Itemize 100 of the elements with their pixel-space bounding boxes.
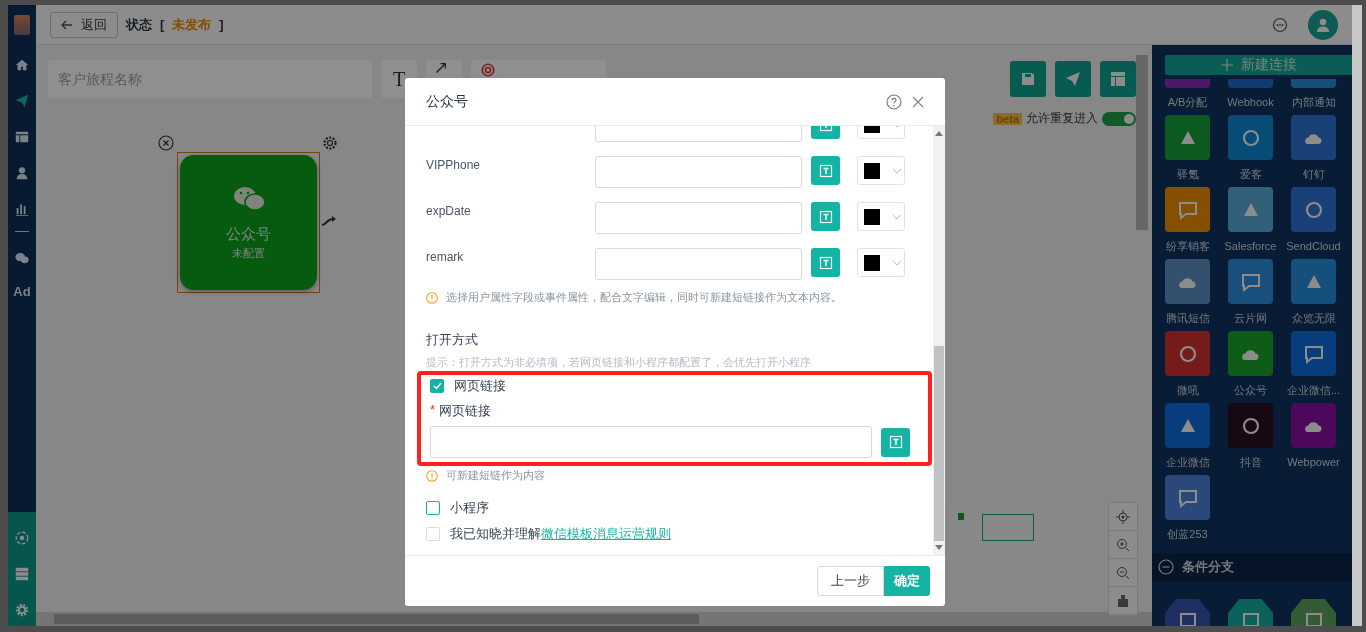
app-tile[interactable] [1228, 403, 1273, 448]
zoom-in-icon [1116, 537, 1130, 552]
close-icon[interactable] [158, 135, 174, 151]
app-tile[interactable] [1165, 259, 1210, 304]
app-tile[interactable] [1291, 187, 1336, 232]
wechat-icon [231, 184, 266, 213]
chat-icon[interactable] [14, 250, 30, 266]
back-button[interactable]: 返回 [50, 11, 118, 38]
input-field[interactable] [595, 202, 802, 234]
app-tile[interactable] [1165, 331, 1210, 376]
avatar-icon[interactable] [1308, 9, 1338, 40]
home-icon[interactable] [14, 57, 30, 73]
connector-label: 企业微信... [1286, 383, 1341, 398]
connector-label: 钉钉 [1302, 167, 1325, 182]
text-icon [818, 209, 833, 224]
text-insert-button[interactable] [881, 427, 910, 457]
app-tile[interactable] [1291, 331, 1336, 376]
required-mark: * [430, 402, 436, 419]
app-tile[interactable] [1165, 187, 1210, 232]
text-insert-button[interactable] [811, 248, 840, 277]
repeat-entry-toggle[interactable] [1102, 111, 1136, 126]
help-icon[interactable] [886, 93, 902, 110]
plus-icon [1220, 59, 1233, 71]
connector-label: 众览无限 [1291, 311, 1336, 326]
settings-icon[interactable] [14, 602, 30, 618]
rules-link[interactable]: 微信模板消息运营规则 [541, 526, 671, 541]
input-field[interactable] [595, 248, 802, 280]
app-tile[interactable] [1228, 331, 1273, 376]
scrollbar[interactable] [1352, 5, 1362, 626]
app-tile[interactable] [1291, 403, 1336, 448]
status-value: 未发布 [172, 15, 212, 34]
info-icon [426, 291, 438, 304]
app-tile[interactable] [1165, 475, 1210, 520]
collapse-icon[interactable] [1158, 559, 1174, 575]
send-icon[interactable] [14, 93, 30, 109]
target-icon [481, 63, 495, 77]
app-tile[interactable] [1165, 115, 1210, 160]
chevron-down-icon [892, 213, 902, 220]
color-select[interactable] [857, 156, 905, 185]
chat-icon[interactable] [1272, 16, 1288, 33]
app-tile[interactable] [1165, 403, 1210, 448]
hint-text: 选择用户属性字段或事件属性，配合文字编辑，同时可新建短链接作为文本内容。 [446, 290, 842, 305]
locate-button[interactable] [1109, 503, 1137, 531]
text-insert-button[interactable] [811, 202, 840, 231]
brush-icon [1116, 593, 1130, 608]
connector-label: Webhook [1227, 95, 1274, 110]
layout-icon [1110, 71, 1126, 87]
section-header[interactable]: 条件分支 [1152, 553, 1352, 581]
app-tile[interactable] [1291, 259, 1336, 304]
journey-node[interactable]: 公众号 未配置 [177, 152, 320, 293]
field-label: remark [426, 250, 464, 264]
confirm-button[interactable]: 确定 [884, 566, 930, 596]
color-select[interactable] [857, 248, 905, 277]
sidebar-item[interactable]: Ad [13, 284, 31, 299]
zoom-out-icon [1116, 565, 1130, 580]
connector-label: 爱客 [1239, 167, 1262, 182]
checkbox[interactable] [426, 501, 440, 515]
user-icon[interactable] [14, 165, 30, 181]
diagonal-arrow-icon [436, 63, 446, 73]
scrollbar-thumb[interactable] [934, 346, 944, 541]
dialog-title: 公众号 [426, 92, 468, 111]
color-select[interactable] [857, 202, 905, 231]
server-icon[interactable] [14, 566, 30, 582]
network-icon[interactable] [14, 530, 30, 546]
scroll-up-icon[interactable] [935, 130, 943, 136]
connector-label: 微吼 [1176, 383, 1199, 398]
bracket: [ [160, 17, 165, 32]
app-tile[interactable] [1228, 259, 1273, 304]
layout-icon[interactable] [14, 129, 30, 145]
connector-label: 创蓝253 [1167, 527, 1208, 542]
text-icon [818, 255, 833, 270]
save-button[interactable] [1010, 61, 1046, 97]
cloud-icon [1240, 347, 1261, 360]
section-title: 打开方式 [426, 331, 479, 349]
connector-label: SendCloud [1286, 239, 1341, 254]
settings-icon[interactable] [322, 135, 338, 151]
scrollbar-thumb[interactable] [1136, 55, 1148, 230]
url-field[interactable] [430, 426, 872, 458]
cloud-icon [1303, 131, 1324, 144]
publish-button[interactable] [1055, 61, 1091, 97]
curved-arrow-icon[interactable] [321, 215, 337, 227]
close-icon[interactable] [912, 95, 924, 108]
layout-button[interactable] [1100, 61, 1136, 97]
connector-label: 纷享销客 [1165, 239, 1210, 254]
text-insert-button[interactable] [811, 156, 840, 185]
arrow-left-icon [61, 19, 73, 30]
back-step-button[interactable]: 上一步 [817, 566, 884, 596]
scrollbar-thumb[interactable] [54, 614, 699, 624]
connector-label: 驿氪 [1176, 167, 1199, 182]
info-icon [426, 469, 438, 482]
app-tile[interactable] [1291, 115, 1336, 160]
field-label: 网页链接 [439, 402, 492, 420]
app-tile[interactable] [1228, 187, 1273, 232]
node-status: 未配置 [232, 245, 265, 261]
input-field[interactable] [595, 156, 802, 188]
checkmark-icon [432, 382, 442, 390]
app-tile[interactable] [1228, 115, 1273, 160]
scroll-down-icon[interactable] [935, 545, 943, 551]
checkbox[interactable] [430, 379, 444, 393]
chevron-down-icon [892, 167, 902, 174]
